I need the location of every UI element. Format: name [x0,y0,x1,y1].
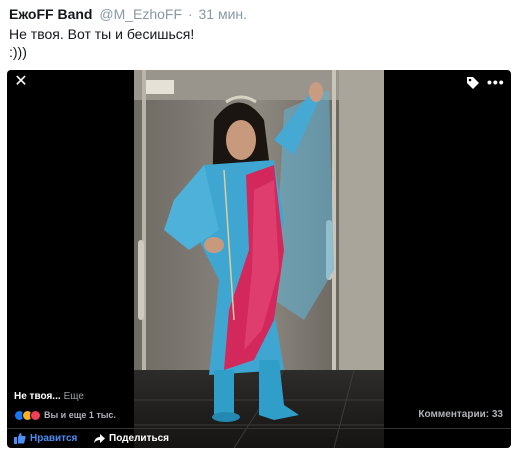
close-icon[interactable]: ✕ [13,74,29,90]
post-caption: Не твоя... Еще [14,391,84,402]
photo-viewer: ✕ ••• Не твоя... Еще Вы и еще 1 тыс. Ком… [7,70,511,448]
action-bar: Нравится Поделиться [7,428,511,448]
post-photo[interactable] [134,70,384,448]
tweet-text: Не твоя. Вот ты и бесишься! :))) [9,25,194,61]
love-reaction-icon [30,409,41,421]
tweet-author[interactable]: ЕжоFF Band [9,6,92,22]
more-options-icon[interactable]: ••• [487,75,504,90]
reactions-count: Вы и еще 1 тыс. [44,410,116,420]
caption-more-link[interactable]: Еще [64,391,84,402]
thumbs-up-icon [14,433,26,444]
tweet-text-line-2: :))) [9,44,27,60]
tweet-header: ЕжоFF Band @M_EzhoFF · 31 мин. [9,6,247,22]
share-label: Поделиться [109,433,170,444]
reactions-summary[interactable]: Вы и еще 1 тыс. [14,409,116,421]
comments-count[interactable]: Комментарии: 33 [418,409,503,420]
tweet-separator: · [187,6,193,22]
caption-text: Не твоя... [14,391,61,402]
share-button[interactable]: Поделиться [94,433,169,444]
tweet-time[interactable]: 31 мин. [199,6,248,22]
tweet-handle[interactable]: @M_EzhoFF [99,6,182,22]
tweet-text-line-1: Не твоя. Вот ты и бесишься! [9,26,195,42]
like-label: Нравится [30,433,78,444]
share-arrow-icon [94,433,105,443]
like-button[interactable]: Нравится [14,433,77,444]
tag-icon[interactable] [466,76,480,90]
